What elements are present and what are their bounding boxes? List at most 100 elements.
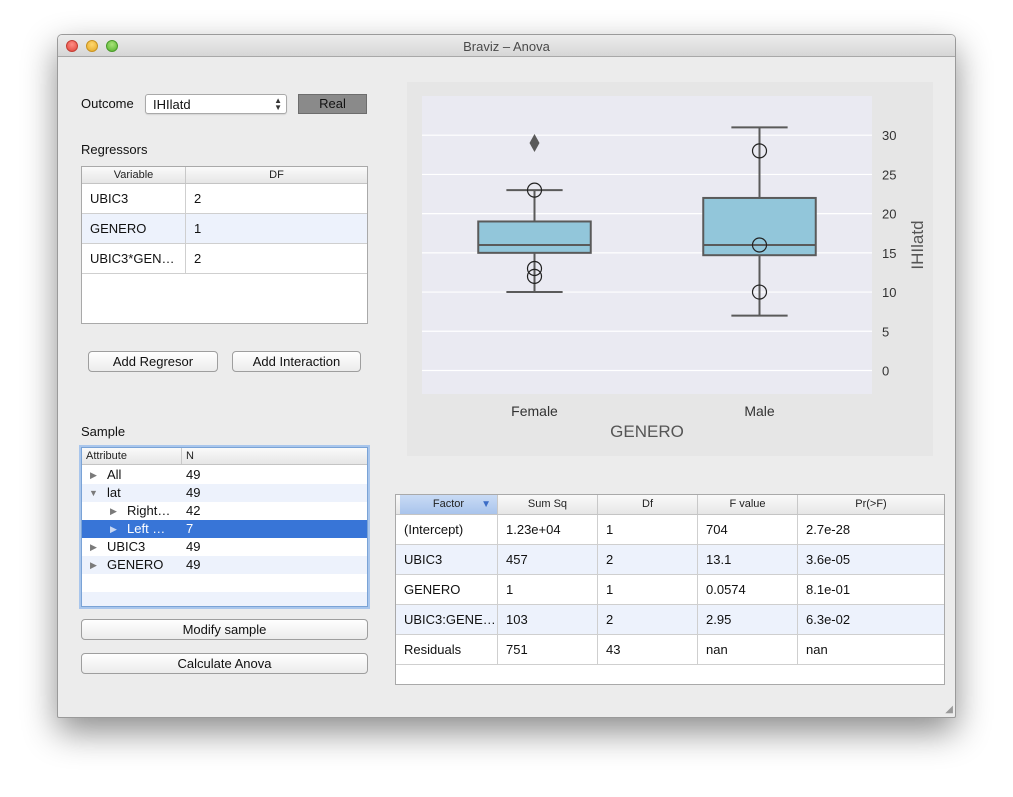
- tree-row-count: 49: [186, 485, 201, 500]
- add-interaction-button[interactable]: Add Interaction: [232, 351, 361, 372]
- tree-row-label: Right…: [127, 503, 171, 518]
- table-row[interactable]: UBIC3 457 2 13.1 3.6e-05: [396, 545, 944, 575]
- x-tick-label: Male: [744, 403, 775, 419]
- pvalue-cell: 3.6e-05: [806, 552, 851, 567]
- tree-row-empty: [82, 592, 367, 606]
- disclosure-right-icon[interactable]: ▶: [90, 538, 97, 556]
- factor-cell: (Intercept): [396, 515, 498, 544]
- outcome-select[interactable]: IHIlatd ▲ ▼: [145, 94, 287, 114]
- column-header-df[interactable]: DF: [186, 167, 367, 183]
- fvalue-cell: 2.95: [698, 605, 798, 634]
- factor-cell: GENERO: [396, 575, 498, 604]
- tree-row[interactable]: ▶ GENERO 49: [82, 556, 367, 574]
- tree-row-label: All: [107, 467, 122, 482]
- resize-grip-icon[interactable]: ◢: [945, 704, 953, 715]
- disclosure-right-icon[interactable]: ▶: [90, 556, 97, 574]
- df-cell: 1: [194, 221, 202, 236]
- tree-row-selected[interactable]: ▶ Left … 7: [82, 520, 367, 538]
- column-header-pvalue[interactable]: Pr(>F): [798, 495, 944, 514]
- column-header-df[interactable]: Df: [598, 495, 698, 514]
- fvalue-cell: 13.1: [698, 545, 798, 574]
- outcome-select-value: IHIlatd: [153, 97, 191, 112]
- disclosure-right-icon[interactable]: ▶: [110, 520, 117, 538]
- box-plot: 0 5 10 15 20 25 30 Female Male GENERO IHIlatd: [422, 96, 927, 441]
- sort-desc-icon[interactable]: ▼: [481, 495, 491, 514]
- column-header-factor[interactable]: Factor ▼: [400, 495, 498, 514]
- regressors-table[interactable]: Variable DF UBIC3 2 GENERO 1 UBIC3*GEN… …: [81, 166, 368, 324]
- y-tick-label: 10: [882, 285, 896, 300]
- sumsq-cell: 751: [498, 635, 598, 664]
- df-cell: 2: [598, 605, 698, 634]
- table-row[interactable]: UBIC3:GENE… 103 2 2.95 6.3e-02: [396, 605, 944, 635]
- table-row[interactable]: GENERO 1 1 0.0574 8.1e-01: [396, 575, 944, 605]
- tree-row[interactable]: ▶ Right… 42: [82, 502, 367, 520]
- tree-row-count: 49: [186, 539, 201, 554]
- y-axis-label: IHIlatd: [908, 220, 927, 269]
- x-tick-label: Female: [511, 403, 558, 419]
- table-row[interactable]: Residuals 751 43 nan nan: [396, 635, 944, 665]
- y-tick-label: 20: [882, 207, 896, 222]
- table-row[interactable]: UBIC3*GEN… 2: [82, 244, 367, 274]
- sumsq-cell: 457: [498, 545, 598, 574]
- disclosure-right-icon[interactable]: ▶: [110, 502, 117, 520]
- disclosure-down-icon[interactable]: ▼: [89, 484, 98, 502]
- tree-row-label: GENERO: [107, 557, 164, 572]
- variable-cell: GENERO: [82, 214, 186, 243]
- tree-row[interactable]: ▼ lat 49: [82, 484, 367, 502]
- tree-row-label: lat: [107, 485, 121, 500]
- sumsq-cell: 103: [498, 605, 598, 634]
- anova-header: Factor ▼ Sum Sq Df F value Pr(>F): [396, 495, 944, 515]
- column-header-n[interactable]: N: [182, 448, 367, 464]
- table-row[interactable]: GENERO 1: [82, 214, 367, 244]
- y-tick-label: 5: [882, 324, 889, 339]
- tree-row-count: 49: [186, 467, 201, 482]
- add-regressor-button[interactable]: Add Regresor: [88, 351, 218, 372]
- factor-cell: Residuals: [396, 635, 498, 664]
- tree-row-empty: [82, 574, 367, 592]
- table-row[interactable]: UBIC3 2: [82, 184, 367, 214]
- df-cell: 2: [194, 191, 202, 206]
- outcome-type-button[interactable]: Real: [298, 94, 367, 114]
- calculate-anova-button[interactable]: Calculate Anova: [81, 653, 368, 674]
- tree-row-count: 42: [186, 503, 201, 518]
- tree-row-label: UBIC3: [107, 539, 146, 554]
- titlebar[interactable]: Braviz – Anova: [58, 35, 955, 57]
- fvalue-cell: nan: [698, 635, 798, 664]
- df-cell: 1: [598, 575, 698, 604]
- plot-panel: 0 5 10 15 20 25 30 Female Male GENERO IHIlatd: [407, 82, 933, 456]
- anova-table[interactable]: Factor ▼ Sum Sq Df F value Pr(>F) (Inter…: [395, 494, 945, 685]
- window-title: Braviz – Anova: [463, 39, 550, 54]
- column-header-variable[interactable]: Variable: [82, 167, 186, 183]
- variable-cell: UBIC3: [82, 184, 186, 213]
- pvalue-cell: 8.1e-01: [806, 582, 851, 597]
- modify-sample-button[interactable]: Modify sample: [81, 619, 368, 640]
- y-tick-label: 15: [882, 246, 896, 261]
- disclosure-right-icon[interactable]: ▶: [90, 466, 97, 484]
- column-header-fvalue[interactable]: F value: [698, 495, 798, 514]
- y-tick-label: 25: [882, 167, 896, 182]
- sumsq-cell: 1.23e+04: [498, 515, 598, 544]
- factor-cell: UBIC3:GENE…: [396, 605, 498, 634]
- x-axis-label: GENERO: [610, 422, 684, 441]
- column-header-attribute[interactable]: Attribute: [82, 448, 182, 464]
- tree-row[interactable]: ▶ UBIC3 49: [82, 538, 367, 556]
- df-cell: 1: [598, 515, 698, 544]
- column-header-sumsq[interactable]: Sum Sq: [498, 495, 598, 514]
- regressors-label: Regressors: [81, 142, 148, 157]
- tree-row-count: 49: [186, 557, 201, 572]
- y-tick-label: 30: [882, 128, 896, 143]
- factor-header-label: Factor: [432, 498, 465, 510]
- tree-row[interactable]: ▶ All 49: [82, 466, 367, 484]
- sumsq-cell: 1: [498, 575, 598, 604]
- table-row[interactable]: (Intercept) 1.23e+04 1 704 2.7e-28: [396, 515, 944, 545]
- box-male: [702, 196, 817, 257]
- tree-row-label: Left …: [127, 521, 166, 536]
- df-cell: 43: [598, 635, 698, 664]
- box-female: [477, 220, 592, 254]
- variable-cell: UBIC3*GEN…: [82, 244, 186, 273]
- fvalue-cell: 704: [698, 515, 798, 544]
- sample-tree[interactable]: Attribute N ▶ All 49 ▼ lat 49 ▶ Right… 4…: [81, 447, 368, 607]
- app-window: Braviz – Anova Outcome IHIlatd ▲ ▼ Real R…: [57, 34, 956, 718]
- pvalue-cell: nan: [806, 642, 828, 657]
- updown-icon: ▲ ▼: [274, 96, 282, 112]
